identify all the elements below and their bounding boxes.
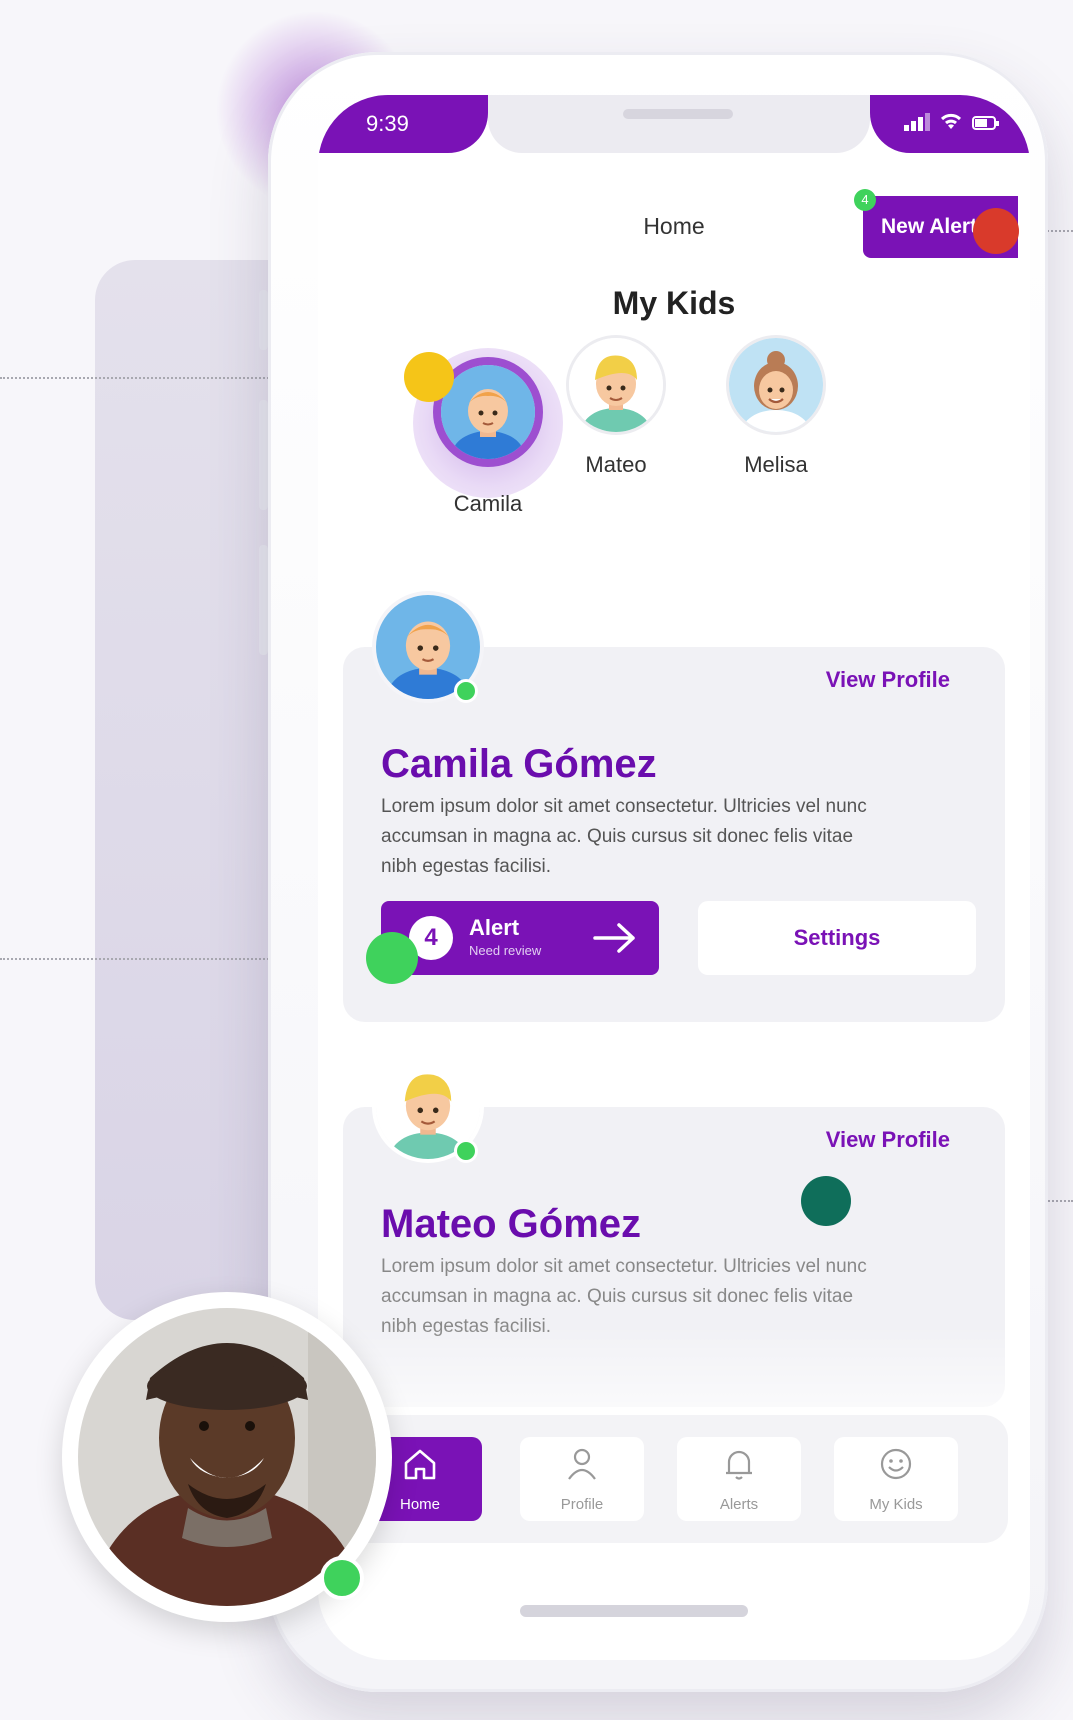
signal-icon	[904, 113, 930, 131]
status-icons	[904, 111, 1000, 131]
tab-label: Alerts	[719, 1496, 759, 1513]
bell-icon	[726, 1450, 752, 1480]
alert-sub-label: Need review	[469, 943, 542, 958]
kid-selector-melisa[interactable]: Melisa	[716, 338, 836, 478]
alert-label: Alert	[469, 915, 520, 940]
view-profile-link[interactable]: View Profile	[826, 1127, 950, 1153]
phone-volume-up	[259, 400, 268, 510]
kid-name: Mateo	[585, 452, 647, 477]
new-alert-badge: 4	[854, 189, 876, 211]
avatar	[569, 338, 663, 432]
annotation-marker-green	[366, 932, 418, 984]
tab-label: Profile	[560, 1496, 604, 1513]
avatar	[441, 365, 535, 459]
battery-icon	[972, 116, 999, 130]
kid-selector-mateo[interactable]: Mateo	[556, 338, 676, 478]
kid-full-name: Camila Gómez	[381, 742, 657, 786]
online-indicator	[454, 679, 478, 703]
avatar	[729, 338, 823, 432]
kid-name: Melisa	[744, 452, 808, 477]
arrow-right-icon	[593, 923, 635, 953]
tab-my-kids[interactable]: My Kids	[834, 1437, 958, 1521]
wifi-icon	[940, 113, 962, 129]
phone-screen: 9:39 Home New Alert 4 My Kids Camila Mat…	[318, 95, 1030, 1660]
home-icon	[404, 1449, 436, 1480]
user-icon	[568, 1448, 596, 1480]
tab-bar: Home Profile Alerts My Kids	[340, 1415, 1008, 1543]
speaker	[623, 109, 733, 119]
phone-volume-down	[259, 545, 268, 655]
kid-description: Lorem ipsum dolor sit amet consectetur. …	[381, 796, 867, 877]
status-bar-right	[870, 95, 1030, 153]
annotation-marker-yellow	[404, 352, 454, 402]
tab-profile[interactable]: Profile	[520, 1437, 644, 1521]
kid-full-name: Mateo Gómez	[381, 1202, 642, 1246]
home-indicator	[520, 1605, 748, 1617]
kid-card-camila: View Profile Camila Gómez Lorem ipsum do…	[343, 647, 1005, 1022]
tab-label: My Kids	[869, 1496, 923, 1513]
kid-name: Camila	[453, 491, 523, 516]
status-bar-left: 9:39	[318, 95, 488, 153]
user-online-indicator	[320, 1556, 364, 1600]
smile-icon	[880, 1448, 912, 1480]
annotation-marker-teal	[801, 1176, 851, 1226]
tab-alerts[interactable]: Alerts	[677, 1437, 801, 1521]
alert-button[interactable]: 4 Alert Need review	[381, 901, 659, 975]
online-indicator	[454, 1139, 478, 1163]
status-bar: 9:39	[318, 95, 1030, 153]
view-profile-link[interactable]: View Profile	[826, 667, 950, 693]
settings-button[interactable]: Settings	[698, 901, 976, 975]
annotation-marker-red	[973, 208, 1019, 254]
section-title: My Kids	[612, 285, 736, 321]
status-time: 9:39	[366, 111, 409, 136]
phone-side-button	[259, 290, 268, 350]
notch	[488, 95, 870, 153]
